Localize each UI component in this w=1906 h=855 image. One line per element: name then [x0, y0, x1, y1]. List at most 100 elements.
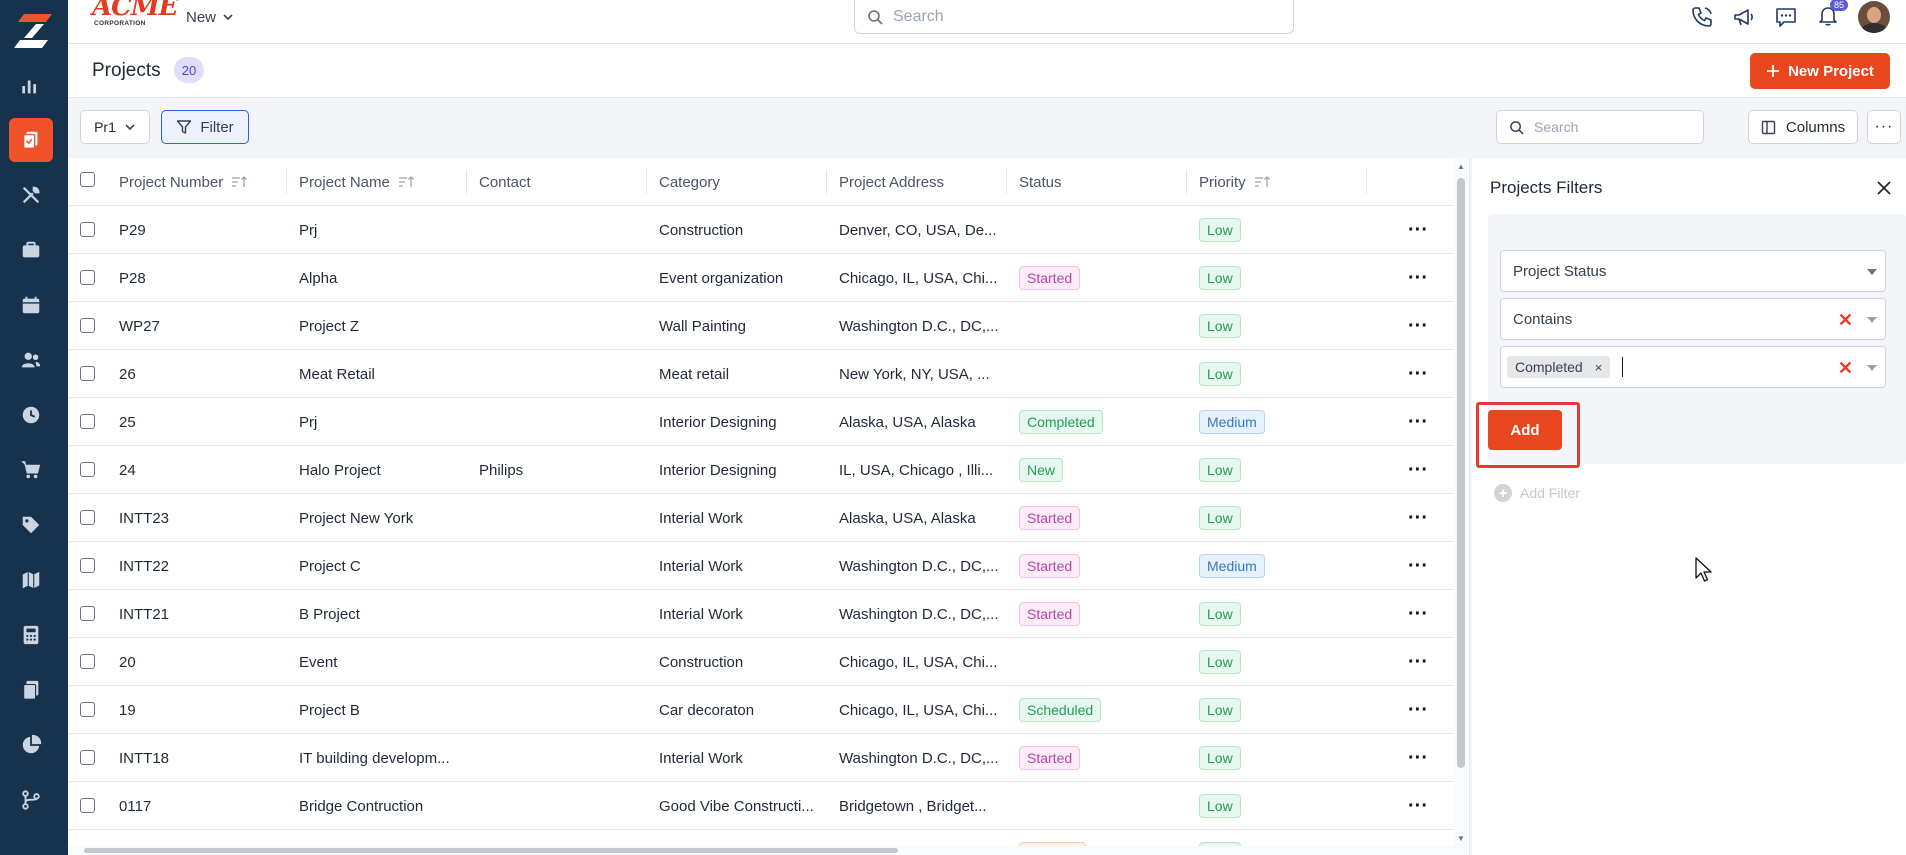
- clear-icon[interactable]: ✕: [1838, 358, 1853, 379]
- vertical-scroll-thumb[interactable]: [1457, 178, 1465, 768]
- megaphone-icon[interactable]: [1732, 5, 1756, 29]
- row-checkbox[interactable]: [80, 318, 95, 333]
- chat-icon[interactable]: [1774, 5, 1798, 29]
- column-header-project-address[interactable]: Project Address: [839, 158, 944, 206]
- table-row[interactable]: 0117 Bridge Contruction Good Vibe Construc…: [68, 782, 1468, 830]
- sidebar-item-cart[interactable]: [9, 448, 53, 492]
- scroll-down-arrow[interactable]: ▼: [1457, 834, 1465, 843]
- sort-icon[interactable]: [1254, 175, 1270, 189]
- cell-name[interactable]: Meat Retail: [299, 350, 469, 398]
- column-header-status[interactable]: Status: [1019, 158, 1062, 206]
- sort-icon[interactable]: [398, 175, 414, 189]
- horizontal-scrollbar[interactable]: [68, 846, 1454, 855]
- sidebar-item-projects[interactable]: [9, 118, 53, 162]
- column-header-category[interactable]: Category: [659, 158, 720, 206]
- sidebar-item-map[interactable]: [9, 558, 53, 602]
- row-checkbox[interactable]: [80, 654, 95, 669]
- row-checkbox[interactable]: [80, 414, 95, 429]
- row-checkbox[interactable]: [80, 558, 95, 573]
- sidebar-item-calculator[interactable]: [9, 613, 53, 657]
- cell-name[interactable]: Alpha: [299, 254, 469, 302]
- select-all-checkbox[interactable]: [80, 172, 95, 187]
- remove-tag-icon[interactable]: ×: [1595, 360, 1603, 375]
- user-avatar[interactable]: [1858, 1, 1890, 33]
- column-header-priority[interactable]: Priority: [1199, 158, 1270, 206]
- cell-name[interactable]: Bridge Contruction: [299, 782, 469, 830]
- table-row[interactable]: WP27 Project Z Wall Painting Washington D.C…: [68, 302, 1468, 350]
- row-checkbox[interactable]: [80, 606, 95, 621]
- vertical-scrollbar[interactable]: ▲ ▼: [1454, 158, 1468, 855]
- cell-name[interactable]: Prj: [299, 206, 469, 254]
- row-actions-icon[interactable]: ···: [1408, 686, 1428, 734]
- column-header-project-number[interactable]: Project Number: [119, 158, 248, 206]
- sidebar-item-briefcase[interactable]: [9, 228, 53, 272]
- table-row[interactable]: INTT22 Project C Interial Work Washington D…: [68, 542, 1468, 590]
- scroll-up-arrow[interactable]: ▲: [1457, 162, 1465, 171]
- clear-icon[interactable]: ✕: [1838, 310, 1853, 331]
- sidebar-item-workflow[interactable]: [9, 778, 53, 822]
- phone-icon[interactable]: [1690, 5, 1714, 29]
- table-row[interactable]: INTT21 B Project Interial Work Washington D…: [68, 590, 1468, 638]
- cell-name[interactable]: Project B: [299, 686, 469, 734]
- sidebar-item-documents[interactable]: [9, 668, 53, 712]
- row-actions-icon[interactable]: ···: [1408, 398, 1428, 446]
- row-actions-icon[interactable]: ···: [1408, 254, 1428, 302]
- sidebar-item-clock[interactable]: [9, 393, 53, 437]
- new-project-button[interactable]: New Project: [1750, 53, 1890, 89]
- table-row[interactable]: 26 Meat Retail Meat retail New York, NY, US…: [68, 350, 1468, 398]
- row-actions-icon[interactable]: ···: [1408, 590, 1428, 638]
- row-checkbox[interactable]: [80, 702, 95, 717]
- cell-name[interactable]: B Project: [299, 590, 469, 638]
- sidebar-item-calendar[interactable]: [9, 283, 53, 327]
- row-actions-icon[interactable]: ···: [1408, 782, 1428, 830]
- table-row[interactable]: P28 Alpha Event organization Chicago, IL, U…: [68, 254, 1468, 302]
- table-row[interactable]: INTT18 IT building developm... Interial Wo…: [68, 734, 1468, 782]
- cell-name[interactable]: Event: [299, 638, 469, 686]
- column-header-contact[interactable]: Contact: [479, 158, 531, 206]
- horizontal-scroll-thumb[interactable]: [84, 848, 898, 853]
- filter-value-multiselect[interactable]: Completed × ✕: [1500, 346, 1886, 388]
- row-actions-icon[interactable]: ···: [1408, 542, 1428, 590]
- row-checkbox[interactable]: [80, 750, 95, 765]
- more-options-button[interactable]: ···: [1867, 110, 1901, 144]
- sidebar-item-tag[interactable]: [9, 503, 53, 547]
- filter-field-select[interactable]: Project Status: [1500, 250, 1886, 292]
- cell-name[interactable]: Halo Project: [299, 446, 469, 494]
- cell-name[interactable]: IT building developm...: [299, 734, 469, 782]
- notifications-button[interactable]: 85: [1816, 0, 1848, 32]
- company-logo[interactable]: ACME CORPORATION: [92, 0, 178, 32]
- add-filter-value-button[interactable]: Add: [1488, 410, 1562, 450]
- cell-name[interactable]: Project Z: [299, 302, 469, 350]
- table-row[interactable]: 19 Project B Car decoraton Chicago, IL, USA…: [68, 686, 1468, 734]
- sidebar-item-tools[interactable]: [9, 173, 53, 217]
- table-row[interactable]: 20 Event Construction Chicago, IL, USA, Chi…: [68, 638, 1468, 686]
- cell-name[interactable]: Project New York: [299, 494, 469, 542]
- table-search-input[interactable]: Search: [1496, 110, 1704, 144]
- sort-icon[interactable]: [231, 175, 248, 189]
- columns-button[interactable]: Columns: [1748, 110, 1858, 144]
- sidebar-item-users[interactable]: [9, 338, 53, 382]
- row-actions-icon[interactable]: ···: [1408, 446, 1428, 494]
- add-filter-button[interactable]: + Add Filter: [1494, 484, 1580, 502]
- cell-name[interactable]: Prj: [299, 398, 469, 446]
- row-checkbox[interactable]: [80, 462, 95, 477]
- table-row[interactable]: 24 Halo Project Philips Interior Designing I…: [68, 446, 1468, 494]
- row-actions-icon[interactable]: ···: [1408, 734, 1428, 782]
- row-checkbox[interactable]: [80, 222, 95, 237]
- table-row[interactable]: P29 Prj Construction Denver, CO, USA, De...…: [68, 206, 1468, 254]
- row-actions-icon[interactable]: ···: [1408, 350, 1428, 398]
- row-checkbox[interactable]: [80, 798, 95, 813]
- filter-operator-select[interactable]: Contains ✕: [1500, 298, 1886, 340]
- sidebar-item-pie-chart[interactable]: [9, 723, 53, 767]
- column-header-project-name[interactable]: Project Name: [299, 158, 414, 206]
- close-filter-panel-button[interactable]: [1872, 176, 1896, 200]
- row-actions-icon[interactable]: ···: [1408, 494, 1428, 542]
- row-actions-icon[interactable]: ···: [1408, 302, 1428, 350]
- row-checkbox[interactable]: [80, 510, 95, 525]
- view-select[interactable]: Pr1: [80, 110, 150, 144]
- table-row[interactable]: 25 Prj Interior Designing Alaska, USA, Alas…: [68, 398, 1468, 446]
- row-checkbox[interactable]: [80, 366, 95, 381]
- sidebar-item-dashboard-chart[interactable]: [9, 64, 53, 108]
- row-actions-icon[interactable]: ···: [1408, 206, 1428, 254]
- row-actions-icon[interactable]: ···: [1408, 638, 1428, 686]
